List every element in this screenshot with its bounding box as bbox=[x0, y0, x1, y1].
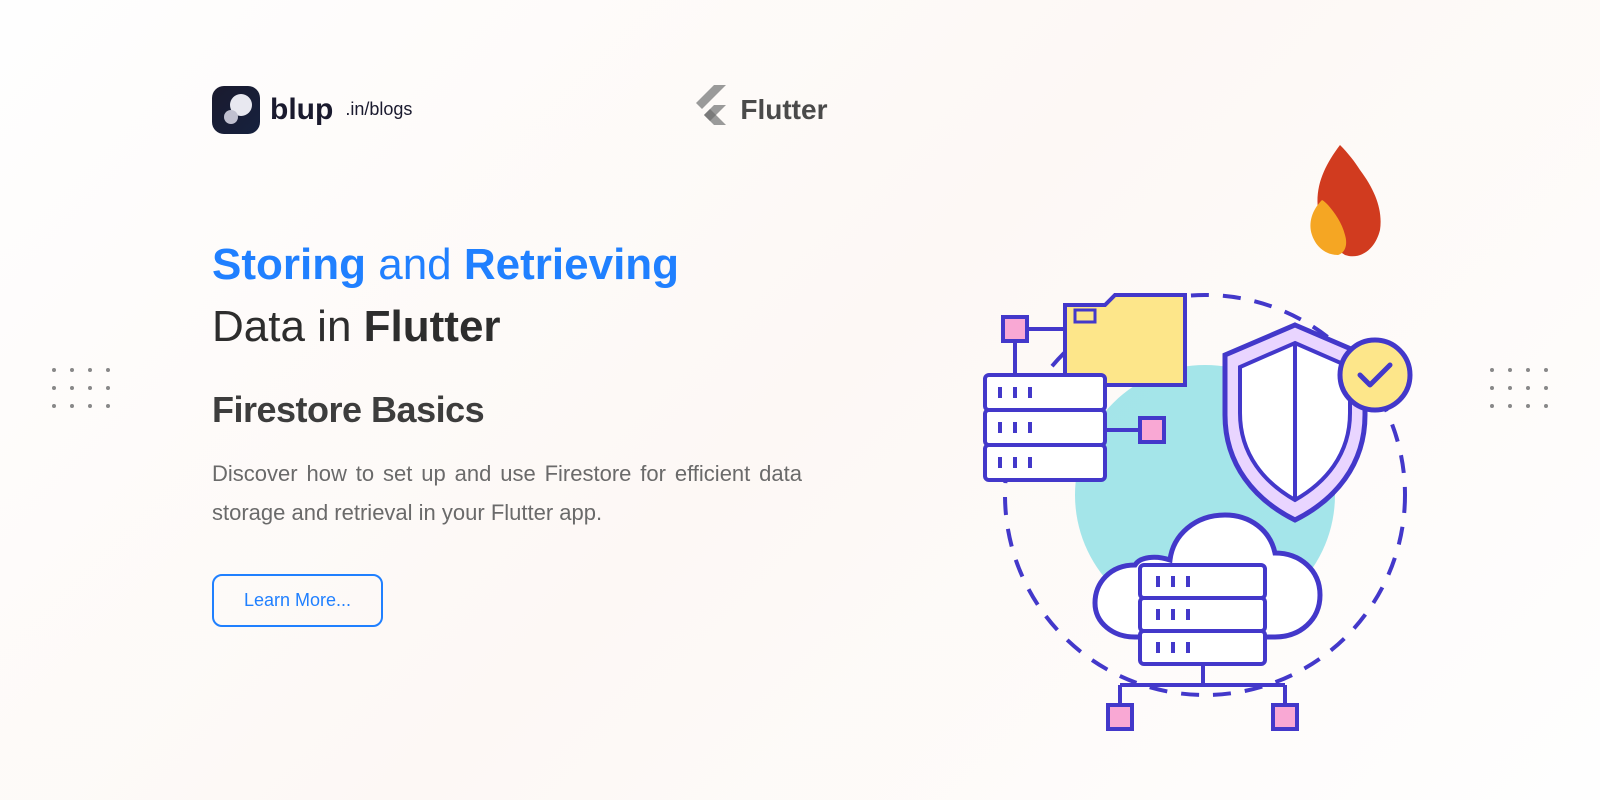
firebase-flame-icon bbox=[1280, 135, 1400, 275]
learn-more-button[interactable]: Learn More... bbox=[212, 574, 383, 627]
brand-name: blup bbox=[270, 93, 333, 127]
brand-suffix: .in/blogs bbox=[345, 99, 412, 120]
blup-logo-icon bbox=[212, 86, 260, 134]
firestore-illustration bbox=[945, 265, 1465, 765]
flutter-icon bbox=[692, 85, 728, 134]
header: blup .in/blogs Flutter bbox=[0, 0, 1600, 134]
flutter-badge: Flutter bbox=[692, 85, 827, 134]
description: Discover how to set up and use Firestore… bbox=[212, 455, 802, 532]
page-title: Storing and Retrieving Data in Flutter bbox=[212, 234, 812, 357]
flutter-label: Flutter bbox=[740, 94, 827, 126]
brand-logo-section[interactable]: blup .in/blogs bbox=[212, 86, 412, 134]
